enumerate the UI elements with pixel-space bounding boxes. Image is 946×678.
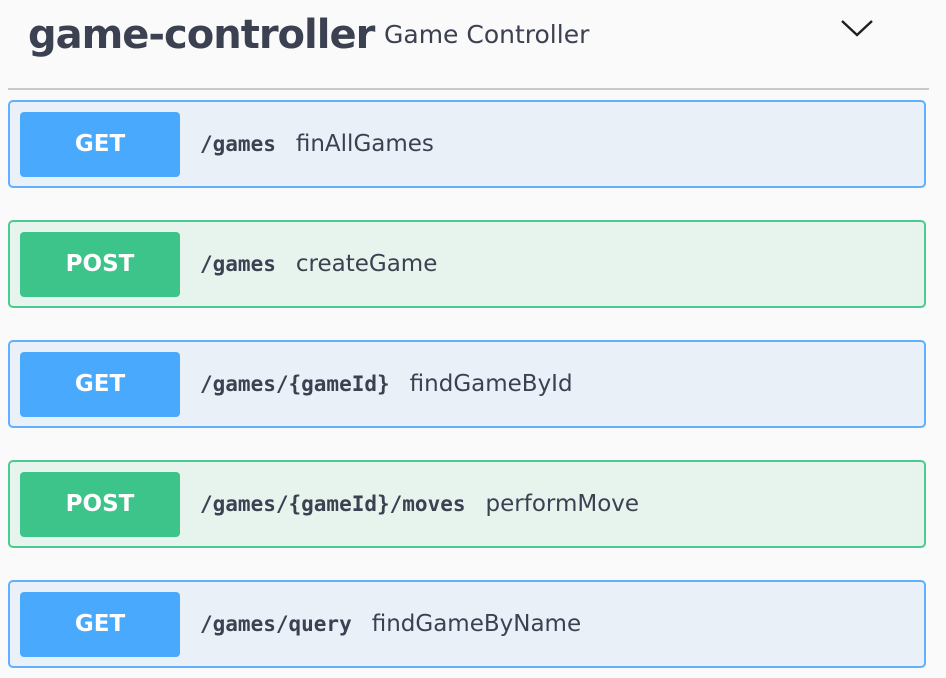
operation-summary-line: /games/{gameId} findGameById <box>200 342 573 426</box>
operation-summary-line: /games createGame <box>200 222 437 306</box>
operation-summary: finAllGames <box>295 131 434 157</box>
method-badge: GET <box>20 112 180 177</box>
operation-post-games[interactable]: POST /games createGame <box>8 220 926 308</box>
tag-section-header[interactable]: game-controller Game Controller <box>8 0 929 90</box>
operation-summary-line: /games finAllGames <box>200 102 434 186</box>
operation-summary: createGame <box>295 251 438 277</box>
method-badge: GET <box>20 352 180 417</box>
swagger-ui-page: game-controller Game Controller GET /gam… <box>0 0 946 678</box>
method-badge: GET <box>20 592 180 657</box>
operation-get-game-by-id[interactable]: GET /games/{gameId} findGameById <box>8 340 926 428</box>
operation-post-game-moves[interactable]: POST /games/{gameId}/moves performMove <box>8 460 926 548</box>
operation-summary-line: /games/{gameId}/moves performMove <box>200 462 639 546</box>
operation-summary: findGameById <box>409 371 573 397</box>
operation-path: /games/query <box>200 612 352 636</box>
method-badge: POST <box>20 472 180 537</box>
operation-path: /games <box>200 252 276 276</box>
operation-summary: findGameByName <box>371 611 582 637</box>
tag-description: Game Controller <box>384 20 590 49</box>
operation-path: /games/{gameId}/moves <box>200 492 466 516</box>
operation-get-games[interactable]: GET /games finAllGames <box>8 100 926 188</box>
operation-summary-line: /games/query findGameByName <box>200 582 581 666</box>
tag-name: game-controller <box>28 12 375 58</box>
operation-summary: performMove <box>485 491 640 517</box>
operation-get-games-query[interactable]: GET /games/query findGameByName <box>8 580 926 668</box>
operation-path: /games <box>200 132 276 156</box>
method-badge: POST <box>20 232 180 297</box>
operation-path: /games/{gameId} <box>200 372 390 396</box>
chevron-down-icon[interactable] <box>840 16 874 40</box>
